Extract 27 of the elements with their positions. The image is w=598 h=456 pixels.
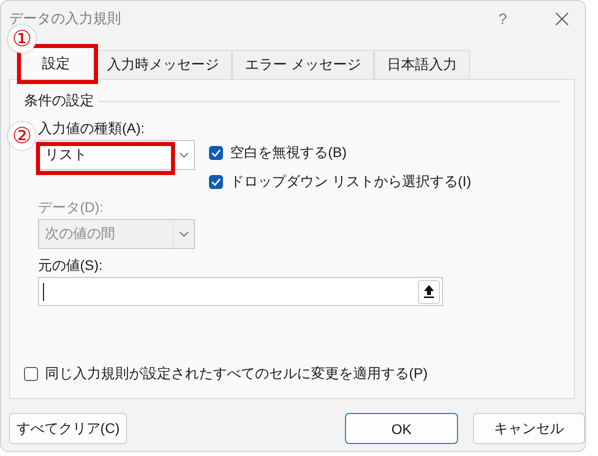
window-title: データの入力規則 <box>9 10 122 28</box>
collapse-button[interactable] <box>418 280 440 304</box>
checkbox[interactable] <box>24 367 38 381</box>
dropdown-value: 次の値の間 <box>45 225 115 243</box>
checkbox[interactable] <box>209 175 223 189</box>
checkbox-label: 同じ入力規則が設定されたすべてのセルに変更を適用する(P) <box>45 365 428 383</box>
upload-arrow-icon <box>424 285 434 298</box>
source-field[interactable] <box>38 277 443 306</box>
tab[interactable]: 日本語入力 <box>374 50 470 79</box>
dropdown-value: リスト <box>45 146 87 164</box>
section-title: 条件の設定 <box>24 92 94 110</box>
field-label: 元の値(S): <box>38 257 104 275</box>
tab[interactable]: 設定 <box>18 47 94 79</box>
checkbox-label: ドロップダウン リストから選択する(I) <box>230 173 472 191</box>
close-icon[interactable] <box>555 12 569 26</box>
dialog-button[interactable]: すべてクリア(C) <box>9 413 127 444</box>
checkbox-label: 空白を無視する(B) <box>230 144 347 162</box>
chevron-down-icon <box>179 231 189 237</box>
field-label: 入力値の種類(A): <box>38 120 146 138</box>
step-badge: ① <box>8 25 36 53</box>
field-label: データ(D): <box>38 199 104 217</box>
dialog-button[interactable]: OK <box>345 413 458 444</box>
checkbox[interactable] <box>209 146 223 160</box>
tab[interactable]: エラー メッセージ <box>232 50 374 79</box>
dialog-button[interactable]: キャンセル <box>473 413 585 444</box>
chevron-down-icon <box>179 152 189 158</box>
help-button[interactable]: ? <box>498 10 507 28</box>
